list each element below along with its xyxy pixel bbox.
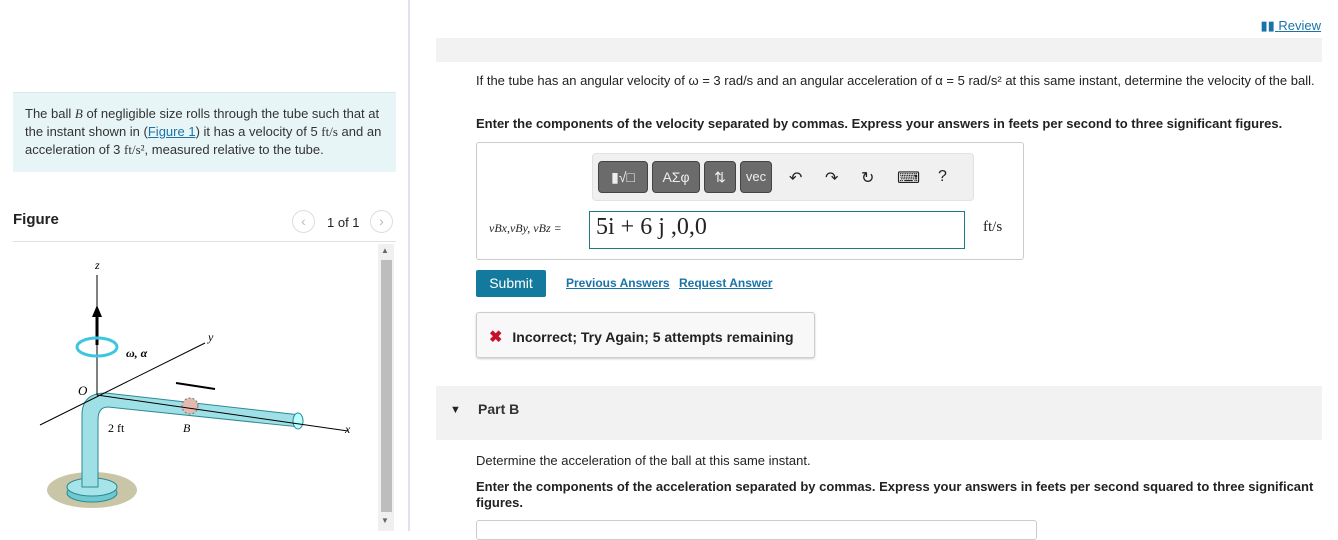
templates-button[interactable]: ▮√□ [598, 161, 648, 193]
feedback-text: Incorrect; Try Again; 5 attempts remaini… [512, 329, 794, 345]
x-icon: ✖ [489, 329, 503, 346]
text: The ball [25, 106, 75, 121]
part-b-instructions: Enter the components of the acceleration… [476, 479, 1314, 510]
book-icon: ▮▮ [1260, 18, 1279, 33]
answer-box: ▮√□ ΑΣφ ⇅ vec ↶ ↷ ↻ ⌨ ? vBx,vBy, vBz = 5… [476, 142, 1024, 260]
reset-icon[interactable]: ↻ [861, 168, 874, 188]
distance-label: 2 ft [108, 421, 125, 435]
submit-button[interactable]: Submit [476, 270, 546, 297]
keyboard-icon[interactable]: ⌨ [897, 168, 920, 188]
feedback-message: ✖ Incorrect; Try Again; 5 attempts remain… [476, 312, 815, 358]
next-figure-button[interactable]: › [370, 210, 393, 233]
question-text: If the tube has an angular velocity of ω… [476, 73, 1315, 88]
instructions: Enter the components of the velocity sep… [476, 116, 1283, 131]
x-label: x [344, 422, 351, 436]
scroll-thumb[interactable] [381, 260, 392, 512]
vec-button[interactable]: vec [740, 161, 772, 193]
velocity-unit: ft/s [321, 124, 338, 139]
part-b-title: Part B [478, 401, 520, 417]
figure-scrollbar[interactable]: ▲ ▼ [378, 244, 394, 531]
divider [13, 241, 396, 242]
scroll-up-icon[interactable]: ▲ [381, 246, 389, 255]
x-axis [96, 394, 349, 432]
omega-label: ω, α [126, 346, 148, 360]
arrows-button[interactable]: ⇅ [704, 161, 736, 193]
y-label: y [207, 330, 214, 344]
ball-symbol: B [74, 106, 83, 121]
ball-b [181, 397, 199, 415]
answer-input[interactable]: 5i + 6 j ,0,0 [589, 211, 965, 249]
collapse-icon[interactable]: ▼ [450, 404, 461, 416]
tube-end [292, 412, 304, 430]
origin-label: O [78, 383, 88, 398]
part-b-answer-box [476, 520, 1037, 540]
part-a-header [436, 38, 1322, 62]
review-link[interactable]: ▮▮ Review [1260, 18, 1321, 34]
greek-button[interactable]: ΑΣφ [652, 161, 700, 193]
arrow-head [92, 305, 102, 317]
part-b-question: Determine the acceleration of the ball a… [476, 453, 811, 468]
motion-arrow [175, 382, 216, 390]
problem-statement: The ball B of negligible size rolls thro… [13, 92, 396, 172]
figure-count: 1 of 1 [327, 215, 360, 230]
part-b-header[interactable]: ▼ Part B [436, 386, 1322, 440]
text: ) it has a velocity of 5 [195, 124, 322, 139]
scroll-down-icon[interactable]: ▼ [381, 516, 389, 525]
b-label: B [183, 421, 191, 435]
tube-figure: z y x O ω, α 2 ft B [39, 258, 351, 508]
request-answer-link[interactable]: Request Answer [679, 276, 773, 290]
redo-icon[interactable]: ↷ [825, 168, 838, 188]
prev-figure-button[interactable]: ‹ [292, 210, 315, 233]
review-label: Review [1278, 18, 1321, 33]
math-toolbar: ▮√□ ΑΣφ ⇅ vec ↶ ↷ ↻ ⌨ ? [592, 153, 974, 201]
undo-icon[interactable]: ↶ [789, 168, 802, 188]
pane-divider[interactable] [408, 0, 410, 531]
figure-title: Figure [13, 211, 59, 228]
left-panel: The ball B of negligible size rolls thro… [0, 0, 408, 531]
text: , measured relative to the tube. [144, 142, 324, 157]
answer-label: vBx,vBy, vBz = [489, 221, 562, 235]
z-label: z [94, 258, 100, 272]
previous-answers-link[interactable]: Previous Answers [566, 276, 670, 290]
acceleration-unit: ft/s² [124, 142, 145, 157]
answer-unit: ft/s [983, 219, 1003, 235]
help-icon[interactable]: ? [938, 168, 947, 186]
figure-link[interactable]: Figure 1 [148, 124, 196, 139]
